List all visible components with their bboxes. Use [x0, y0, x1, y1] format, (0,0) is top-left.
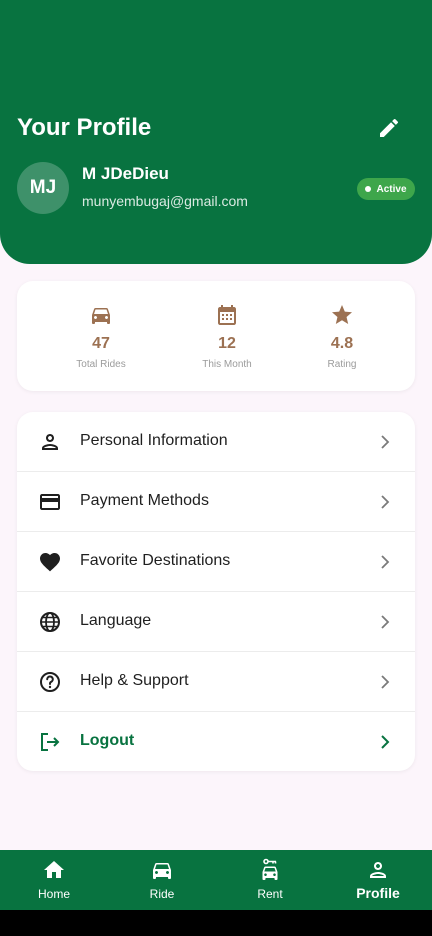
home-icon: [44, 861, 64, 878]
status-label: Active: [376, 183, 407, 195]
chevron-right-icon: [381, 735, 390, 749]
logout-icon: [41, 733, 60, 751]
menu-item-help-support[interactable]: Help & Support: [17, 652, 415, 712]
nav-ride[interactable]: Ride: [108, 850, 216, 910]
person-icon: [370, 862, 386, 878]
menu-item-label: Help & Support: [80, 672, 189, 689]
car-icon: [92, 308, 110, 324]
stat-this-month: 12 This Month: [172, 303, 282, 370]
avatar: MJ: [17, 162, 69, 214]
user-email: munyembugaj@gmail.com: [82, 193, 248, 209]
menu-item-favorite-destinations[interactable]: Favorite Destinations: [17, 532, 415, 592]
chevron-right-icon: [381, 555, 390, 569]
stat-label: Total Rides: [76, 359, 126, 370]
system-navigation-bar: [0, 910, 432, 936]
chevron-right-icon: [381, 495, 390, 509]
globe-icon: [40, 612, 60, 632]
rent-car-icon: [262, 858, 278, 880]
stat-rating: 4.8 Rating: [287, 303, 397, 370]
stat-total-rides: 47 Total Rides: [46, 303, 156, 370]
menu-item-language[interactable]: Language: [17, 592, 415, 652]
edit-profile-button[interactable]: [375, 114, 403, 142]
star-icon: [332, 305, 352, 324]
chevron-right-icon: [381, 675, 390, 689]
stat-label: Rating: [327, 359, 357, 370]
menu-card: Personal Information Payment Methods Fav…: [17, 412, 415, 771]
status-dot-icon: [365, 186, 372, 192]
calendar-icon: [218, 305, 236, 325]
stat-value: 47: [92, 335, 110, 352]
nav-label: Profile: [356, 885, 400, 901]
nav-label: Ride: [149, 887, 175, 901]
menu-item-personal-information[interactable]: Personal Information: [17, 412, 415, 472]
heart-icon: [40, 553, 60, 572]
chevron-right-icon: [381, 435, 390, 449]
nav-rent[interactable]: Rent: [216, 850, 324, 910]
nav-home[interactable]: Home: [0, 850, 108, 910]
stats-card: 47 Total Rides 12 This Month 4.8 Rating: [17, 281, 415, 391]
user-name: M JDeDieu: [82, 164, 169, 183]
menu-item-label: Logout: [80, 732, 135, 749]
bottom-navigation: Home Ride Rent Profile: [0, 850, 432, 910]
pencil-icon: [380, 118, 399, 137]
car-icon: [153, 863, 171, 879]
menu-item-payment-methods[interactable]: Payment Methods: [17, 472, 415, 532]
person-icon: [42, 434, 58, 450]
menu-item-logout[interactable]: Logout: [17, 712, 415, 771]
status-badge: Active: [357, 178, 415, 200]
stat-label: This Month: [202, 359, 252, 370]
menu-item-label: Personal Information: [80, 432, 228, 449]
page-title: Your Profile: [17, 114, 152, 141]
chevron-right-icon: [381, 615, 390, 629]
nav-label: Home: [37, 887, 70, 901]
stat-value: 12: [218, 335, 236, 352]
nav-profile[interactable]: Profile: [324, 850, 432, 910]
menu-item-label: Payment Methods: [80, 492, 209, 509]
stat-value: 4.8: [330, 335, 354, 352]
help-icon: [40, 672, 60, 692]
menu-item-label: Favorite Destinations: [80, 552, 231, 569]
nav-label: Rent: [257, 887, 283, 901]
credit-card-icon: [40, 494, 60, 510]
menu-item-label: Language: [80, 612, 152, 629]
profile-header: Your Profile MJ M JDeDieu munyembugaj@gm…: [0, 0, 432, 264]
